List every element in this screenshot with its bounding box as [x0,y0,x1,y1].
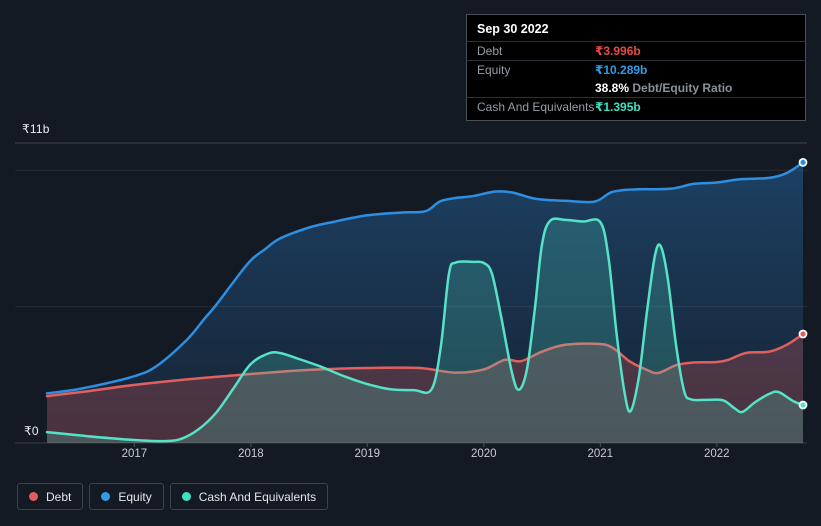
legend-item-debt[interactable]: Debt [17,483,84,510]
x-axis-label-2022: 2022 [704,448,730,460]
legend: Debt Equity Cash And Equivalents [17,483,329,510]
tooltip-debt-label: Debt [477,44,503,58]
tooltip-row-cash: Cash And Equivalents ₹1.395b [467,98,805,116]
legend-item-equity[interactable]: Equity [89,483,164,510]
chart-tooltip: Sep 30 2022 Debt ₹3.996b Equity ₹10.289b… [466,14,806,121]
tooltip-cash-value: ₹1.395b [595,100,641,114]
equity-end-marker[interactable] [798,157,808,167]
y-axis-label-top: ₹11b [22,122,50,136]
tooltip-equity-label: Equity [477,63,511,77]
tooltip-debt-value: ₹3.996b [595,44,641,58]
tooltip-row-equity: Equity ₹10.289b [467,61,805,79]
x-axis-label-2018: 2018 [238,448,264,460]
cash-end-marker[interactable] [798,400,808,410]
x-axis-label-2017: 2017 [121,448,148,460]
tooltip-cash-label: Cash And Equivalents [477,100,595,114]
cash-legend-dot-icon [181,492,191,501]
tooltip-date: Sep 30 2022 [467,15,805,42]
legend-item-label: Equity [118,489,152,504]
debt-equity-ratio-label: Debt/Equity Ratio [632,81,733,95]
tooltip-equity-value: ₹10.289b [595,63,648,77]
tooltip-row-debt: Debt ₹3.996b [467,42,805,61]
tooltip-row-ratio: 38.8% Debt/Equity Ratio [467,79,805,98]
y-axis-label-zero: ₹0 [24,424,39,438]
equity-legend-dot-icon [101,492,111,501]
x-axis-label-2019: 2019 [354,448,381,460]
debt-legend-dot-icon [29,492,38,501]
x-axis-label-2021: 2021 [587,448,614,460]
legend-item-cash[interactable]: Cash And Equivalents [169,483,329,510]
legend-item-label: Debt [46,489,72,504]
debt-end-marker[interactable] [798,329,808,339]
legend-item-label: Cash And Equivalents [198,489,317,504]
debt-equity-ratio-value: 38.8% [595,81,630,95]
x-axis-label-2020: 2020 [471,448,497,460]
